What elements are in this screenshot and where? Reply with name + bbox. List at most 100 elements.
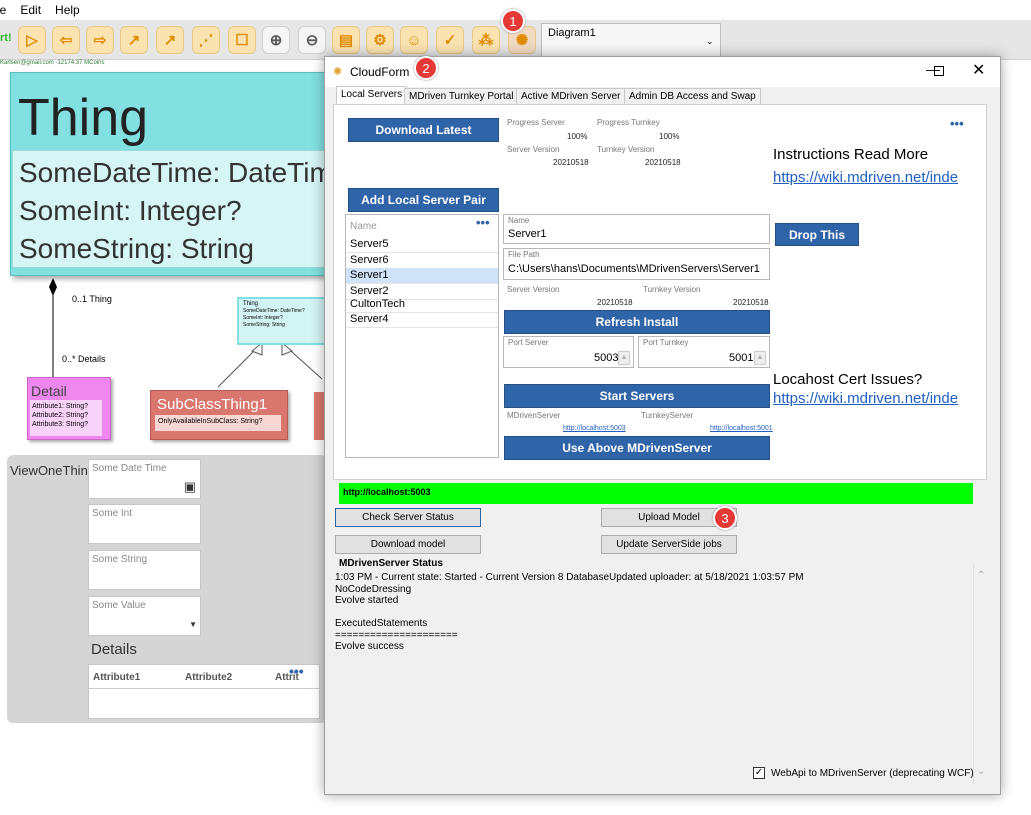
detail-server-version-label: Server Version (507, 285, 560, 294)
zoom-out-icon[interactable]: ⊖ (298, 26, 326, 54)
maximize-box-icon[interactable] (934, 66, 944, 76)
status-log-title: MDrivenServer Status (339, 558, 443, 569)
calendar-icon[interactable]: ▣ (184, 479, 196, 495)
instructions-link[interactable]: https://wiki.mdriven.net/inde (773, 169, 958, 186)
mini-thing-title: Thing (243, 301, 259, 307)
check-icon[interactable]: ✓ (436, 26, 464, 54)
cert-link[interactable]: https://wiki.mdriven.net/inde (773, 390, 958, 407)
server-version-label: Server Version (507, 145, 560, 154)
subclass-attribute: OnlyAvailableInSubClass: String? (155, 415, 281, 431)
instructions-title: Instructions Read More (773, 146, 929, 163)
port-turnkey-label: Port Turnkey (643, 338, 689, 347)
some-int-field[interactable]: Some Int (88, 504, 201, 544)
arrow-left-icon[interactable]: ⇦ (52, 26, 80, 54)
port-server-field[interactable]: Port Server 5003 ▲ (503, 336, 634, 368)
list-header-name[interactable]: Name (350, 221, 377, 232)
file-path-value: C:\Users\hans\Documents\MDrivenServers\S… (508, 263, 760, 275)
mini-thing-attr: SomeString: String (243, 322, 285, 328)
more-options-icon[interactable]: ••• (950, 116, 964, 131)
close-icon[interactable]: ✕ (972, 60, 985, 80)
tab-active-server[interactable]: Active MDriven Server (516, 88, 626, 104)
some-value-select[interactable]: Some Value ▼ (88, 596, 201, 636)
log-line: Evolve started (335, 595, 399, 606)
more-options-icon[interactable]: ••• (289, 663, 304, 679)
detail-attr: Attribute2: String? (32, 412, 89, 419)
assoc-details-label: 0..* Details (62, 354, 106, 364)
users-icon[interactable]: ☺ (400, 26, 428, 54)
assoc-thing-label: 0..1 Thing (72, 294, 112, 304)
scroll-down-icon[interactable]: ⌄ (977, 766, 985, 777)
zoom-in-icon[interactable]: ⊕ (262, 26, 290, 54)
webapi-checkbox[interactable]: ✓ (753, 767, 765, 779)
port-turnkey-field[interactable]: Port Turnkey 5001 ▲ (638, 336, 770, 368)
thing-attr-string: SomeString: String (19, 233, 254, 264)
add-local-server-pair-button[interactable]: Add Local Server Pair (348, 188, 499, 212)
progress-turnkey-label: Progress Turnkey (597, 118, 660, 127)
details-label: Details (91, 641, 137, 658)
details-col-attribute2[interactable]: Attribute2 (185, 672, 232, 683)
use-above-server-button[interactable]: Use Above MDrivenServer (504, 436, 770, 460)
log-line: ExecutedStatements (335, 618, 428, 629)
server-list[interactable]: Name ••• Server5 Server6 Server1 Server2… (345, 214, 499, 458)
update-serverside-jobs-button[interactable]: Update ServerSide jobs (601, 535, 737, 554)
diagram-select[interactable]: Diagram1 ⌄ (541, 23, 721, 57)
download-model-button[interactable]: Download model (335, 535, 481, 554)
download-latest-button[interactable]: Download Latest (348, 118, 499, 142)
play-icon[interactable]: ▷ (18, 26, 46, 54)
log-line: Evolve success (335, 641, 404, 652)
name-field[interactable]: Name Server1 (503, 214, 770, 244)
server-url-status-bar: http://localhost:5003 (339, 483, 973, 504)
menu-file[interactable]: le (0, 3, 6, 17)
arrow-right-icon[interactable]: ⇨ (86, 26, 114, 54)
select-tool-icon[interactable]: ☐ (228, 26, 256, 54)
list-item[interactable]: Server4 (346, 312, 498, 328)
port-turnkey-value: 5001 (729, 352, 754, 364)
callout-badge-2: 2 (414, 56, 438, 80)
thing-attributes: SomeDateTime: DateTim SomeInt: Integer? … (12, 150, 333, 268)
tab-local-servers[interactable]: Local Servers (336, 86, 408, 105)
mdriven-server-url[interactable]: http://localhost:5003 (563, 425, 626, 432)
server-version-value: 20210518 (553, 158, 589, 167)
date-time-field[interactable]: Some Date Time ▣ (88, 459, 201, 499)
progress-server-label: Progress Server (507, 118, 565, 127)
association-icon[interactable]: ↗ (120, 26, 148, 54)
list-item[interactable]: Server5 (346, 237, 498, 253)
dashed-link-icon[interactable]: ⋰ (192, 26, 220, 54)
port-server-value: 5003 (594, 352, 619, 364)
log-scrollbar[interactable]: ⌃ ⌄ (973, 564, 987, 784)
some-string-field-label: Some String (92, 554, 148, 565)
menu-help[interactable]: Help (55, 3, 80, 17)
user-info: Karlsen@gmail.com -12174.37 MCoins (0, 60, 105, 66)
list-item-selected[interactable]: Server1 (346, 268, 498, 284)
network-icon[interactable]: ⁂ (472, 26, 500, 54)
tab-turnkey-portal[interactable]: MDriven Turnkey Portal (404, 88, 519, 104)
refresh-install-button[interactable]: Refresh Install (504, 310, 770, 334)
mini-thing-class-box[interactable]: Thing SomeDateTime: DateTime? SomeInt: I… (237, 297, 327, 345)
spin-up-icon[interactable]: ▲ (754, 351, 766, 365)
some-int-field-label: Some Int (92, 508, 133, 519)
details-grid-header: Attribute1 Attribute2 Attrit ••• (89, 663, 319, 689)
details-grid[interactable]: Attribute1 Attribute2 Attrit ••• (88, 663, 320, 719)
spin-up-icon[interactable]: ▲ (618, 351, 630, 365)
calendar-icon[interactable]: ▤ (332, 26, 360, 54)
turnkey-server-url[interactable]: http://localhost:5001 (710, 425, 773, 432)
list-item[interactable]: CultonTech (346, 297, 498, 313)
dropdown-arrow-icon: ▼ (189, 620, 197, 629)
list-item[interactable]: Server6 (346, 253, 498, 269)
tab-admin-db[interactable]: Admin DB Access and Swap (624, 88, 761, 104)
scroll-up-icon[interactable]: ⌃ (977, 570, 985, 581)
details-col-attribute1[interactable]: Attribute1 (93, 672, 140, 683)
file-path-field[interactable]: File Path C:\Users\hans\Documents\MDrive… (503, 248, 770, 280)
drop-this-button[interactable]: Drop This (775, 223, 859, 246)
menu-edit[interactable]: Edit (20, 3, 41, 17)
settings-gear-icon[interactable]: ⚙ (366, 26, 394, 54)
chevron-down-icon: ⌄ (706, 36, 714, 46)
some-string-field[interactable]: Some String (88, 550, 201, 590)
log-line: 1:03 PM - Current state: Started - Curre… (335, 572, 804, 583)
check-server-status-button[interactable]: Check Server Status (335, 508, 481, 527)
dialog-title: CloudForm (350, 65, 410, 79)
start-servers-button[interactable]: Start Servers (504, 384, 770, 408)
list-more-icon[interactable]: ••• (476, 215, 490, 230)
composition-icon[interactable]: ↗ (156, 26, 184, 54)
view-title: ViewOneThing (10, 463, 96, 478)
